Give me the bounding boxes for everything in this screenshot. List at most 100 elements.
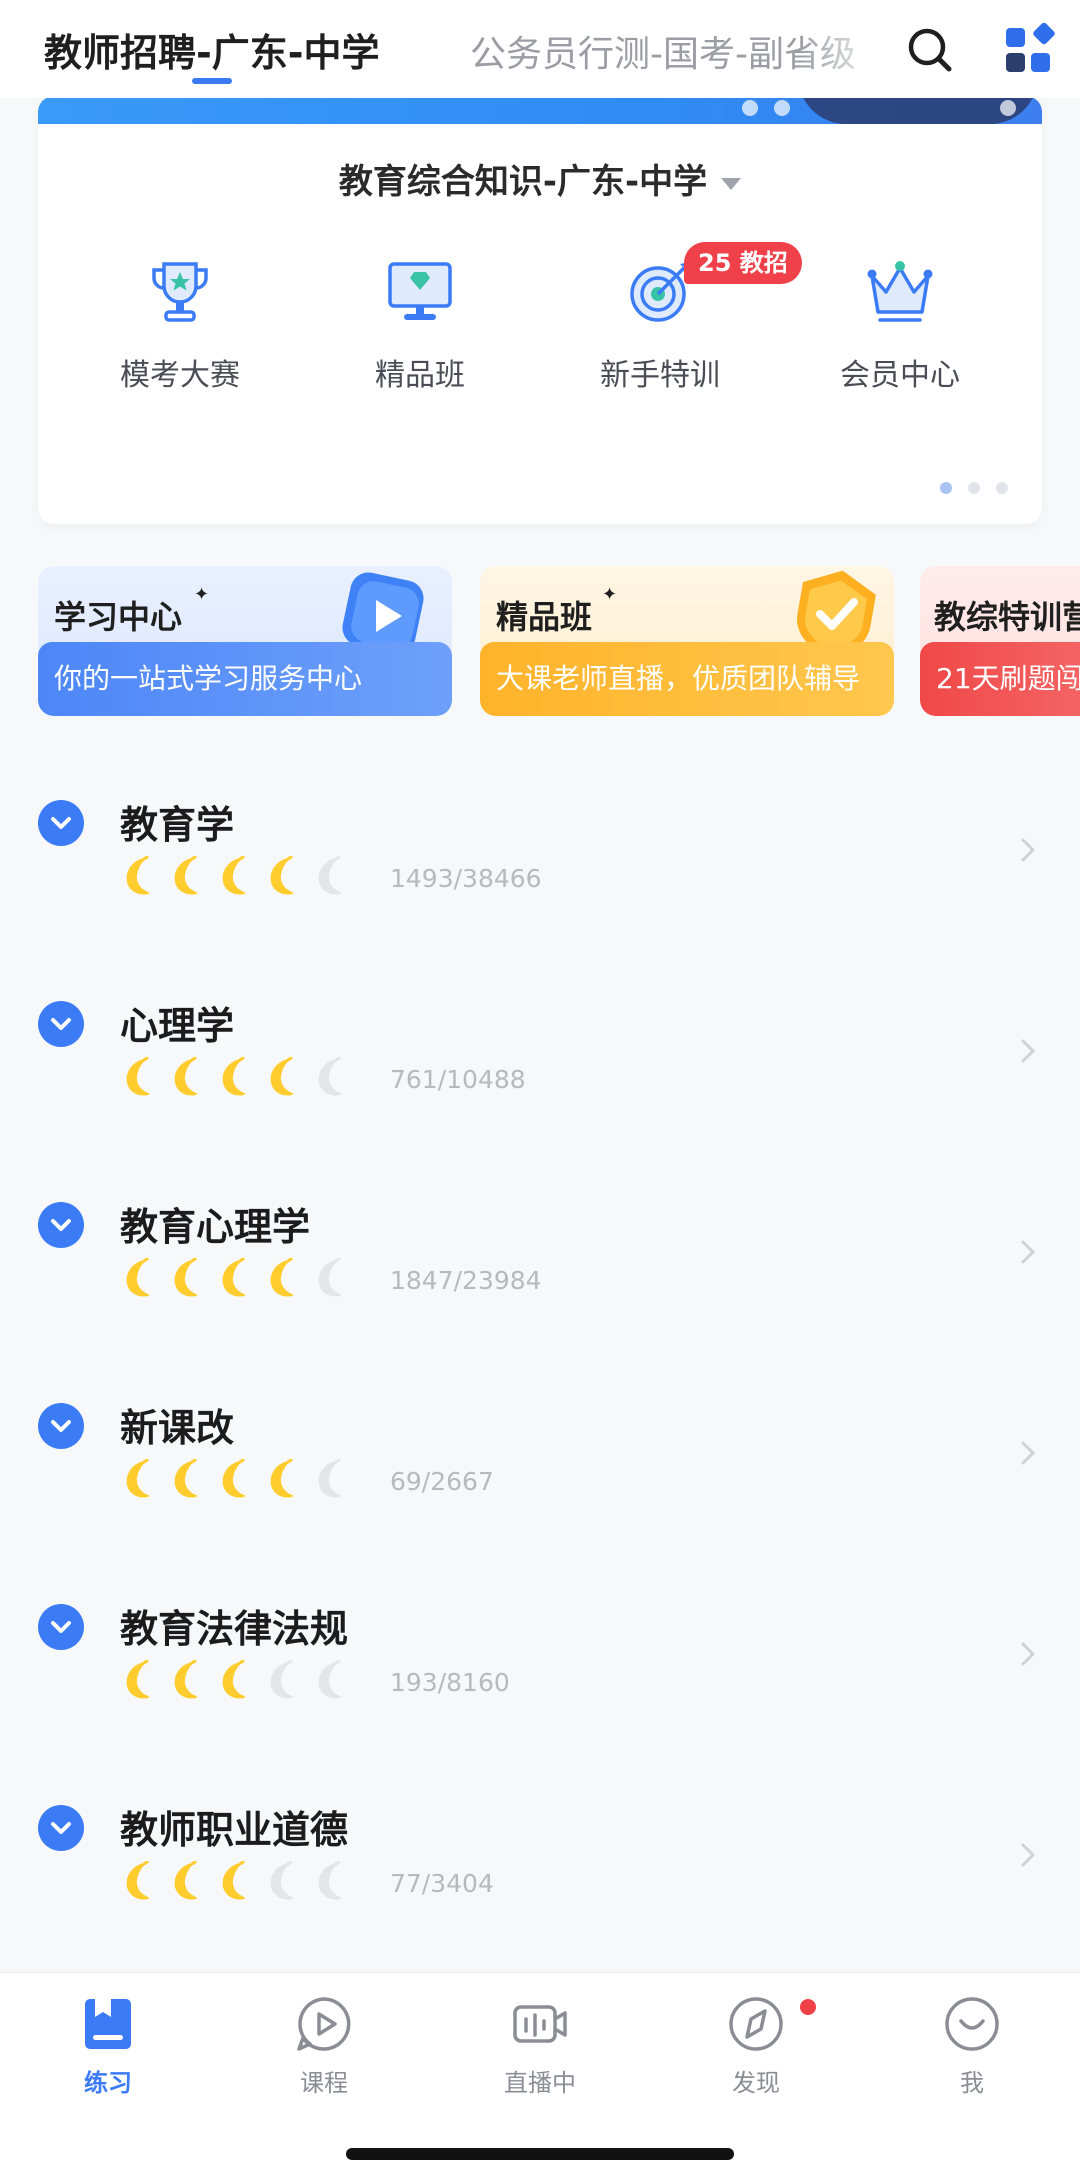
subject-selector-label: 教育综合知识-广东-中学 [338,162,708,202]
quick-link-label: 精品班 [375,358,465,393]
top-tab-bar: 教师招聘-广东-中学 公务员行测-国考-副省级 [0,0,1080,98]
pager-dot [996,482,1008,494]
chevron-right-icon [1021,1642,1035,1666]
quick-link-mock-exam[interactable]: 模考大赛 [80,256,280,394]
moon-filled-icon [264,1458,300,1499]
expand-toggle[interactable] [38,800,84,846]
moon-filled-icon [168,855,204,896]
promo-subtitle: 你的一站式学习服务中心 [38,642,452,716]
moon-filled-icon [216,855,252,896]
chevron-right-icon [1021,1039,1035,1063]
expand-toggle[interactable] [38,1604,84,1650]
nav-label: 我 [960,2069,984,2097]
sparkle-icon: ✦ [602,584,618,605]
moon-filled-icon [168,1458,204,1499]
subject-row[interactable]: 教育法律法规 193/8160 [0,1604,1080,1804]
moon-filled-icon [120,1257,156,1298]
subject-progress: 69/2667 [390,1467,494,1496]
promo-premium-class[interactable]: 精品班 ✦ 大课老师直播，优质团队辅导 [480,566,894,716]
moon-empty-icon [312,1257,348,1298]
mastery-rating [120,1458,360,1505]
promo-special-camp[interactable]: 教综特训营 21天刷题闯关 [920,566,1080,716]
category-grid-button[interactable] [1002,22,1058,78]
expand-toggle[interactable] [38,1805,84,1851]
banner-dot [742,100,758,116]
nav-me[interactable]: 我 [892,1993,1052,2098]
moon-empty-icon [264,1659,300,1700]
chevron-down-icon [51,1822,71,1834]
subject-row[interactable]: 新课改 69/2667 [0,1403,1080,1603]
expand-toggle[interactable] [38,1403,84,1449]
subject-progress: 77/3404 [390,1869,494,1898]
moon-empty-icon [312,1458,348,1499]
subject-row[interactable]: 教育心理学 1847/23984 [0,1202,1080,1402]
search-icon [908,28,952,72]
subject-progress: 761/10488 [390,1065,526,1094]
pager-dot [968,482,980,494]
expand-toggle[interactable] [38,1202,84,1248]
promo-study-center[interactable]: 学习中心 ✦ 你的一站式学习服务中心 [38,566,452,716]
moon-filled-icon [216,1257,252,1298]
trophy-icon [152,262,208,322]
home-indicator [346,2148,734,2160]
quick-link-label: 模考大赛 [120,358,240,393]
caret-down-icon [721,177,742,190]
promo-subtitle: 21天刷题闯关 [920,642,1080,716]
moon-filled-icon [120,1659,156,1700]
nav-label: 直播中 [504,2069,576,2097]
subject-name: 教育学 [120,803,235,847]
banner-strip[interactable] [38,96,1042,124]
subject-progress: 1847/23984 [390,1266,542,1295]
promo-title: 精品班 [496,598,593,636]
smile-icon [945,1997,999,2051]
expand-toggle[interactable] [38,1001,84,1047]
moon-empty-icon [264,1860,300,1901]
quick-link-member-center[interactable]: 会员中心 [800,256,1000,394]
subject-name: 教师职业道德 [120,1808,349,1852]
chevron-right-icon [1021,1240,1035,1264]
chevron-down-icon [51,1621,71,1633]
subject-name: 教育法律法规 [120,1607,349,1651]
nav-practice[interactable]: 练习 [28,1993,188,2098]
quick-link-label: 新手特训 [600,358,720,393]
sparkle-icon: ✦ [194,584,210,605]
moon-filled-icon [168,1659,204,1700]
subject-card: 教育综合知识-广东-中学 模考大赛 精品班 新手特训 25 教招 会员中心 [38,96,1042,524]
chevron-right-icon [1021,1441,1035,1465]
moon-filled-icon [120,1056,156,1097]
mastery-rating [120,1860,360,1907]
chevron-down-icon [51,1219,71,1231]
subject-selector[interactable]: 教育综合知识-广东-中学 [38,154,1042,203]
book-icon [85,1999,131,2049]
promo-subtitle: 大课老师直播，优质团队辅导 [480,642,894,716]
nav-label: 课程 [300,2069,348,2097]
tab-teacher-recruit[interactable]: 教师招聘-广东-中学 [44,22,380,77]
promo-title: 教综特训营 [934,598,1080,636]
search-button[interactable] [902,22,958,78]
chevron-down-icon [51,817,71,829]
moon-empty-icon [312,1860,348,1901]
moon-empty-icon [312,855,348,896]
chevron-right-icon [1021,1843,1035,1867]
moon-filled-icon [216,1860,252,1901]
nav-live[interactable]: 直播中 [460,1993,620,2098]
play-bubble-icon [297,1997,351,2051]
chevron-down-icon [51,1420,71,1432]
notification-dot [800,1999,816,2015]
moon-filled-icon [120,1458,156,1499]
subject-name: 教育心理学 [120,1205,311,1249]
live-camera-icon [513,2005,567,2043]
subject-row[interactable]: 教育学 1493/38466 [0,800,1080,1000]
subject-name: 新课改 [120,1406,235,1450]
quick-link-premium-class[interactable]: 精品班 [320,256,520,394]
moon-filled-icon [168,1056,204,1097]
moon-filled-icon [120,855,156,896]
moon-filled-icon [216,1458,252,1499]
nav-label: 发现 [732,2069,780,2097]
subject-row[interactable]: 心理学 761/10488 [0,1001,1080,1201]
nav-courses[interactable]: 课程 [244,1993,404,2098]
moon-filled-icon [168,1860,204,1901]
chevron-down-icon [51,1018,71,1030]
moon-filled-icon [264,1056,300,1097]
active-tab-indicator [192,78,232,84]
